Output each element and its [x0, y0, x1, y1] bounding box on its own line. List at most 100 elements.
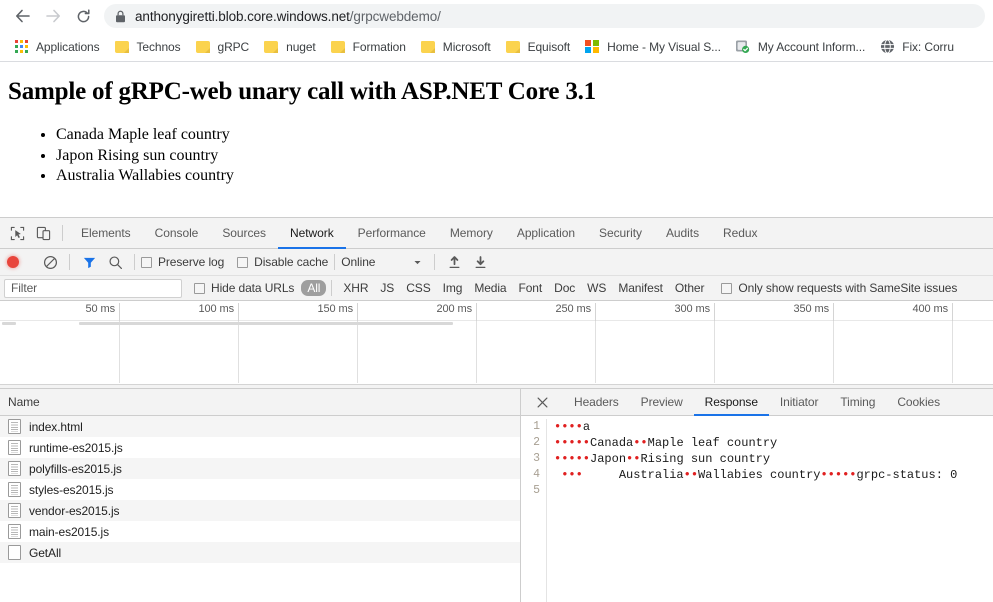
table-row[interactable]: styles-es2015.js: [0, 479, 520, 500]
account-shield-icon: [735, 39, 751, 55]
divider: [134, 254, 135, 270]
tab-console[interactable]: Console: [143, 218, 211, 249]
line-number: 1: [533, 420, 540, 433]
divider: [331, 280, 333, 296]
detail-tab-headers[interactable]: Headers: [563, 389, 630, 416]
tab-redux[interactable]: Redux: [711, 218, 769, 249]
tab-sources[interactable]: Sources: [210, 218, 278, 249]
bookmark-nuget[interactable]: nuget: [256, 36, 323, 58]
table-row[interactable]: runtime-es2015.js: [0, 437, 520, 458]
close-detail-button[interactable]: [529, 389, 555, 415]
overview-scrollbar[interactable]: [0, 384, 993, 388]
bookmark-label: Formation: [352, 39, 406, 54]
network-overview[interactable]: 50 ms 100 ms 150 ms 200 ms 250 ms 300 ms…: [0, 301, 993, 389]
detail-tab-timing[interactable]: Timing: [829, 389, 886, 416]
bookmark-home-my-visual-studio[interactable]: Home - My Visual S...: [577, 36, 728, 58]
document-icon: [8, 440, 21, 455]
table-row[interactable]: GetAll: [0, 542, 520, 563]
hide-data-urls-checkbox[interactable]: Hide data URLs: [194, 281, 294, 295]
preserve-log-checkbox[interactable]: Preserve log: [141, 255, 224, 269]
globe-icon: [879, 39, 895, 55]
bookmark-formation[interactable]: Formation: [323, 36, 413, 58]
filter-type-ws[interactable]: WS: [581, 280, 612, 296]
folder-icon: [420, 39, 436, 55]
ruler-tick: 200 ms: [358, 303, 477, 321]
table-row[interactable]: index.html: [0, 416, 520, 437]
network-toolbar: Preserve log Disable cache Online: [0, 249, 993, 276]
disable-cache-checkbox[interactable]: Disable cache: [237, 255, 328, 269]
bookmark-my-account-information[interactable]: My Account Inform...: [728, 36, 872, 58]
filter-type-css[interactable]: CSS: [400, 280, 436, 296]
tab-network[interactable]: Network: [277, 218, 346, 249]
requests-column-header[interactable]: Name: [0, 389, 520, 416]
response-body-viewer[interactable]: 1 2 3 4 5 ••••a •••••Canada••Maple leaf c…: [521, 416, 993, 602]
response-line: [554, 483, 993, 499]
bookmark-equisoft[interactable]: Equisoft: [498, 36, 578, 58]
filter-input[interactable]: Filter: [4, 278, 182, 298]
table-row[interactable]: vendor-es2015.js: [0, 500, 520, 521]
search-button[interactable]: [102, 249, 128, 275]
control-character-run: ••: [633, 436, 648, 450]
export-har-button[interactable]: [467, 249, 493, 275]
table-row[interactable]: polyfills-es2015.js: [0, 458, 520, 479]
device-toolbar-button[interactable]: [30, 220, 56, 246]
response-text-run: grpc-status: 0: [856, 468, 958, 482]
requests-list: index.html runtime-es2015.js polyfills-e…: [0, 416, 520, 602]
filter-type-media[interactable]: Media: [468, 280, 512, 296]
bookmark-microsoft[interactable]: Microsoft: [413, 36, 498, 58]
table-row[interactable]: main-es2015.js: [0, 521, 520, 542]
tab-memory[interactable]: Memory: [438, 218, 505, 249]
detail-tab-response[interactable]: Response: [693, 389, 770, 416]
detail-tab-preview[interactable]: Preview: [630, 389, 694, 416]
tab-security[interactable]: Security: [587, 218, 654, 249]
filter-toggle-button[interactable]: [76, 249, 102, 275]
tab-performance[interactable]: Performance: [346, 218, 438, 249]
line-number: 5: [533, 484, 540, 497]
response-text-run: Japon: [590, 452, 627, 466]
bookmark-technos[interactable]: Technos: [107, 36, 188, 58]
tab-label: Initiator: [779, 395, 819, 409]
address-bar[interactable]: anthonygiretti.blob.core.windows.net/grp…: [104, 4, 985, 28]
throttling-value: Online: [341, 255, 376, 269]
tab-audits[interactable]: Audits: [654, 218, 711, 249]
filter-type-other[interactable]: Other: [669, 280, 711, 296]
filter-type-doc[interactable]: Doc: [548, 280, 581, 296]
throttling-dropdown[interactable]: Online: [341, 255, 422, 269]
ruler-tick: 350 ms: [715, 303, 834, 321]
detail-tab-cookies[interactable]: Cookies: [886, 389, 951, 416]
tab-label: Headers: [574, 395, 619, 409]
bookmark-grpc[interactable]: gRPC: [188, 36, 257, 58]
filter-bar: Filter Hide data URLs All XHR JS CSS Img…: [0, 276, 993, 301]
samesite-issues-checkbox[interactable]: Only show requests with SameSite issues: [721, 281, 957, 295]
checkbox-box: [194, 282, 205, 294]
filter-type-manifest[interactable]: Manifest: [612, 280, 669, 296]
document-icon: [8, 524, 21, 539]
list-item: Canada Maple leaf country: [56, 125, 985, 146]
filter-type-font[interactable]: Font: [513, 280, 549, 296]
bookmark-label: nuget: [286, 39, 316, 54]
tab-label: Elements: [81, 226, 131, 240]
list-item: Japon Rising sun country: [56, 146, 985, 167]
tab-elements[interactable]: Elements: [69, 218, 143, 249]
line-number: 3: [533, 452, 540, 465]
line-number: 2: [533, 436, 540, 449]
back-button[interactable]: [8, 1, 38, 31]
blank-document-icon: [8, 545, 21, 560]
requests-pane: Name index.html runtime-es2015.js polyfi…: [0, 389, 521, 602]
filter-type-xhr[interactable]: XHR: [337, 280, 374, 296]
record-button[interactable]: [7, 256, 19, 268]
filter-type-all[interactable]: All: [301, 280, 327, 296]
clear-button[interactable]: [37, 249, 63, 275]
tab-label: Performance: [357, 226, 426, 240]
import-har-button[interactable]: [441, 249, 467, 275]
filter-type-js[interactable]: JS: [374, 280, 400, 296]
bookmark-label: Technos: [136, 39, 181, 54]
inspect-element-button[interactable]: [4, 220, 30, 246]
filter-type-img[interactable]: Img: [437, 280, 469, 296]
tab-application[interactable]: Application: [505, 218, 587, 249]
tab-label: Sources: [222, 226, 266, 240]
detail-tab-initiator[interactable]: Initiator: [769, 389, 829, 416]
bookmark-applications[interactable]: Applications: [6, 36, 107, 58]
reload-button[interactable]: [68, 1, 98, 31]
bookmark-fix-corrupt[interactable]: Fix: Corru: [872, 36, 961, 58]
